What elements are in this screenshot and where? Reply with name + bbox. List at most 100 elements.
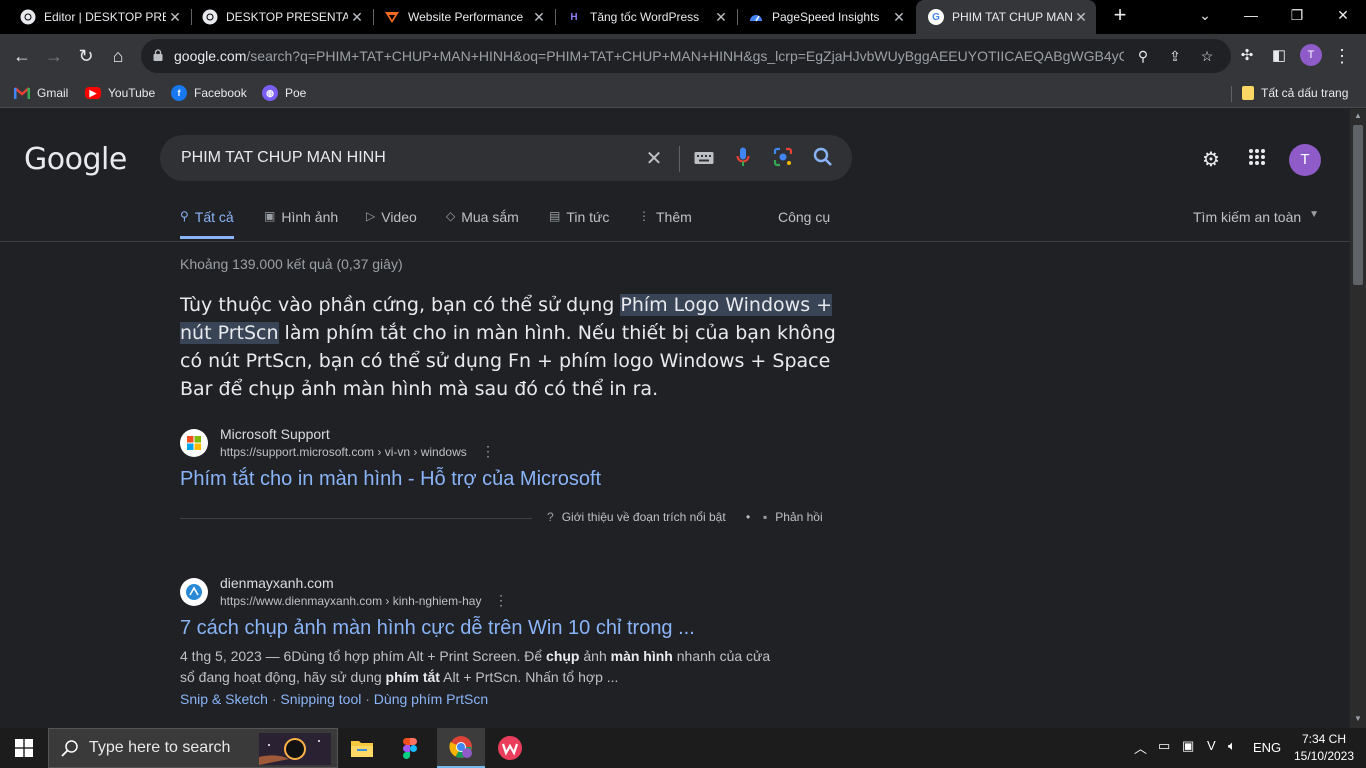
browser-tab[interactable]: Editor | DESKTOP PRESENTATION ✕: [8, 0, 190, 34]
location-icon[interactable]: ⚲: [1134, 47, 1152, 65]
more-options-icon[interactable]: ⋮: [481, 443, 495, 460]
clear-icon[interactable]: ✕: [642, 147, 666, 171]
sitelink[interactable]: Snip & Sketch: [180, 691, 268, 707]
forward-button[interactable]: →: [40, 42, 68, 70]
all-bookmarks-button[interactable]: Tất cả dấu trang: [1242, 83, 1348, 103]
browser-menu-icon[interactable]: ⋮: [1332, 44, 1352, 68]
tab-strip: Editor | DESKTOP PRESENTATION ✕ DESKTOP …: [0, 0, 1366, 34]
browser-toolbar: ← → ↻ ⌂ google.com/search?q=PHIM+TAT+CHU…: [0, 34, 1366, 78]
apps-grid-icon[interactable]: [1245, 148, 1269, 172]
search-icon: [61, 740, 78, 757]
about-featured-snippets-link[interactable]: ? Giới thiệu về đoạn trích nổi bật: [547, 510, 726, 524]
figma-taskbar-button[interactable]: [386, 728, 434, 768]
sitelink[interactable]: Snipping tool: [280, 691, 361, 707]
voice-search-icon[interactable]: [731, 147, 755, 171]
profile-avatar[interactable]: T: [1300, 44, 1322, 66]
bookmark-youtube[interactable]: ▶ YouTube: [85, 83, 155, 103]
network-icon[interactable]: ▣: [1182, 738, 1194, 754]
browser-tab[interactable]: PageSpeed Insights ✕: [736, 0, 914, 34]
share-icon[interactable]: ⇪: [1166, 47, 1184, 65]
microsoft-favicon: [180, 429, 208, 457]
close-tab-icon[interactable]: ✕: [890, 9, 908, 26]
google-logo[interactable]: Google: [24, 142, 127, 177]
tab-title: Tăng tốc WordPress: [590, 10, 700, 24]
taskbar-clock[interactable]: 7:34 CH 15/10/2023: [1288, 731, 1360, 765]
start-button[interactable]: [0, 728, 48, 768]
source-site-name[interactable]: Microsoft Support: [220, 426, 330, 442]
tab-video[interactable]: ▷ Video: [366, 209, 417, 239]
tab-title: Editor | DESKTOP PRESENTATION: [44, 10, 166, 24]
source-url[interactable]: https://www.dienmayxanh.com › kinh-nghie…: [220, 594, 481, 608]
settings-gear-icon[interactable]: ⚙: [1199, 148, 1223, 172]
scroll-up-arrow-icon[interactable]: ▲: [1350, 109, 1366, 123]
browser-tab[interactable]: Website Performance ✕: [372, 0, 554, 34]
tab-label: Tin tức: [566, 209, 610, 225]
tab-search-chevron-icon[interactable]: ⌄: [1182, 0, 1228, 30]
tab-all[interactable]: ⚲ Tất cả: [180, 209, 234, 239]
show-hidden-icons-chevron-icon[interactable]: ︿: [1134, 738, 1147, 757]
language-indicator[interactable]: ENG: [1253, 740, 1281, 755]
result-title-link[interactable]: 7 cách chụp ảnh màn hình cực dễ trên Win…: [180, 617, 695, 640]
chrome-taskbar-button[interactable]: [437, 728, 485, 768]
back-button[interactable]: ←: [8, 42, 36, 70]
browser-tab[interactable]: H Tăng tốc WordPress ✕: [554, 0, 736, 34]
result-stats: Khoảng 139.000 kết quả (0,37 giây): [180, 256, 403, 272]
divider: [180, 518, 532, 519]
taskbar-search-box[interactable]: Type here to search: [48, 728, 338, 768]
scroll-down-arrow-icon[interactable]: ▼: [1350, 712, 1366, 726]
source-site-name[interactable]: dienmayxanh.com: [220, 575, 334, 591]
tab-news[interactable]: ▤ Tin tức: [549, 209, 609, 239]
page-scrollbar[interactable]: ▲ ▼: [1350, 109, 1366, 728]
bookmark-facebook[interactable]: f Facebook: [171, 83, 247, 103]
extensions-icon[interactable]: ✣: [1236, 45, 1258, 67]
feedback-link[interactable]: ▪ Phản hồi: [763, 510, 823, 524]
more-options-icon[interactable]: ⋮: [494, 592, 508, 609]
close-tab-icon[interactable]: ✕: [530, 9, 548, 26]
tab-more[interactable]: ⋮ Thêm: [638, 209, 692, 239]
reload-button[interactable]: ↻: [72, 42, 100, 70]
keyboard-icon[interactable]: [692, 147, 716, 171]
bookmark-poe[interactable]: ◍ Poe: [262, 83, 306, 103]
battery-icon[interactable]: ▭: [1158, 738, 1170, 754]
tab-label: Mua sắm: [461, 209, 519, 225]
safe-search-button[interactable]: Tìm kiếm an toàn ▼: [1193, 209, 1319, 239]
sitelink[interactable]: Dùng phím PrtScn: [374, 691, 488, 707]
chrome-icon: [20, 9, 36, 25]
browser-tab[interactable]: DESKTOP PRESENTATION ✕: [190, 0, 372, 34]
pagespeed-icon: [748, 9, 764, 25]
scrollbar-thumb[interactable]: [1353, 125, 1363, 285]
search-input[interactable]: PHIM TAT CHUP MAN HINH: [181, 149, 386, 167]
vpn-icon[interactable]: V: [1207, 738, 1216, 753]
account-avatar[interactable]: T: [1289, 144, 1321, 176]
tab-shopping[interactable]: ◇ Mua sắm: [446, 209, 519, 239]
bookmark-star-icon[interactable]: ☆: [1198, 47, 1216, 65]
search-icon[interactable]: [811, 147, 835, 171]
close-tab-icon[interactable]: ✕: [348, 9, 366, 26]
close-tab-icon[interactable]: ✕: [712, 9, 730, 26]
close-tab-icon[interactable]: ✕: [166, 9, 184, 26]
maximize-button[interactable]: ❐: [1274, 0, 1320, 30]
address-bar[interactable]: google.com/search?q=PHIM+TAT+CHUP+MAN+HI…: [141, 39, 1231, 73]
tools-button[interactable]: Công cụ: [778, 209, 830, 239]
browser-tab-active[interactable]: G PHIM TAT CHUP MAN HINH - Google Search…: [916, 0, 1096, 34]
volume-icon[interactable]: 🔈︎: [1228, 738, 1236, 754]
side-panel-icon[interactable]: ◧: [1268, 45, 1290, 67]
about-label: Giới thiệu về đoạn trích nổi bật: [561, 510, 726, 524]
source-url[interactable]: https://support.microsoft.com › vi-vn › …: [220, 445, 467, 459]
clock-date: 15/10/2023: [1293, 749, 1355, 763]
lens-icon[interactable]: [771, 147, 795, 171]
minimize-button[interactable]: —: [1228, 0, 1274, 30]
home-button[interactable]: ⌂: [104, 42, 132, 70]
file-explorer-taskbar-button[interactable]: [338, 728, 386, 768]
search-box[interactable]: PHIM TAT CHUP MAN HINH ✕: [160, 135, 852, 181]
bookmark-label: Poe: [285, 86, 307, 100]
help-icon: ?: [547, 510, 554, 524]
new-tab-button[interactable]: +: [1108, 4, 1132, 28]
bookmark-gmail[interactable]: Gmail: [14, 83, 68, 103]
tab-images[interactable]: ▣ Hình ảnh: [264, 209, 338, 239]
result-date: 4 thg 5, 2023 —: [180, 648, 284, 664]
close-window-button[interactable]: ✕: [1320, 0, 1366, 30]
close-tab-icon[interactable]: ✕: [1072, 9, 1090, 26]
featured-result-title-link[interactable]: Phím tắt cho in màn hình - Hỗ trợ của Mi…: [180, 468, 601, 491]
wps-office-taskbar-button[interactable]: [486, 728, 534, 768]
